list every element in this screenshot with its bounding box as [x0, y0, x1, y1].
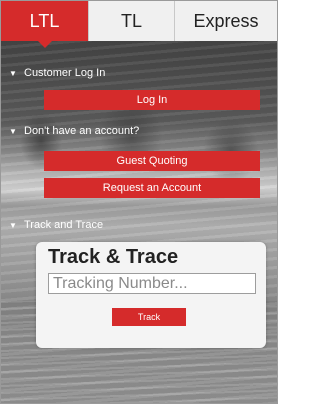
- tab-ltl[interactable]: LTL: [1, 1, 89, 48]
- track-button[interactable]: Track: [112, 308, 186, 326]
- tab-tl[interactable]: TL: [89, 1, 175, 41]
- track-trace-title: Track & Trace: [48, 246, 179, 268]
- tab-express[interactable]: Express: [175, 1, 277, 41]
- chevron-down-icon: ▼: [9, 126, 17, 136]
- section-customer-login-label: Customer Log In: [24, 67, 106, 79]
- request-account-button[interactable]: Request an Account: [44, 178, 260, 198]
- track-trace-card: Track & Trace Track: [36, 242, 266, 348]
- section-track-and-trace-label: Track and Trace: [24, 219, 104, 231]
- tracking-number-input[interactable]: [48, 273, 256, 294]
- quote-widget: LTL TL Express ▼ Customer Log In Log In …: [0, 0, 278, 404]
- section-no-account-label: Don't have an account?: [24, 125, 140, 137]
- section-no-account[interactable]: ▼ Don't have an account?: [9, 125, 139, 137]
- chevron-down-icon: ▼: [9, 68, 17, 78]
- section-customer-login[interactable]: ▼ Customer Log In: [9, 67, 105, 79]
- section-track-and-trace[interactable]: ▼ Track and Trace: [9, 219, 103, 231]
- chevron-down-icon: ▼: [9, 220, 17, 230]
- service-tabs: LTL TL Express: [1, 1, 277, 48]
- log-in-button[interactable]: Log In: [44, 90, 260, 110]
- guest-quoting-button[interactable]: Guest Quoting: [44, 151, 260, 171]
